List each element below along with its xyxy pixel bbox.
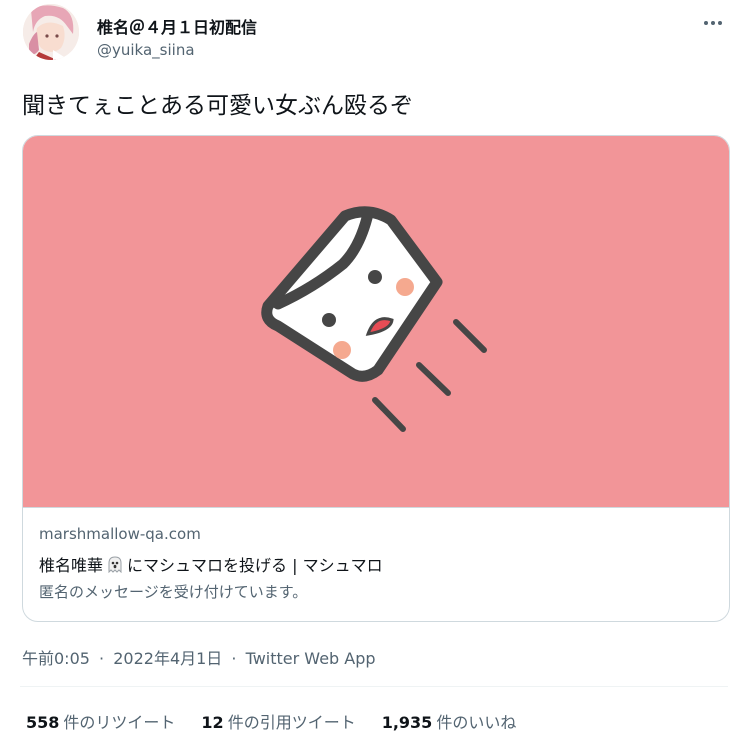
more-options-button[interactable] xyxy=(698,8,728,38)
likes-count: 1,935 xyxy=(381,713,433,732)
quotes-label: 件の引用ツイート xyxy=(227,713,356,732)
retweets-stat[interactable]: 558 件のリツイート xyxy=(26,709,175,733)
tweet-text: 聞きてぇことある可愛い女ぶん殴るぞ xyxy=(22,93,413,119)
card-description: 匿名のメッセージを受け付けています。 xyxy=(39,583,308,601)
tweet-meta: 午前0:05 · 2022年4月1日 · Twitter Web App xyxy=(22,645,376,669)
quotes-stat[interactable]: 12 件の引用ツイート xyxy=(201,709,355,733)
quotes-count: 12 xyxy=(201,713,224,732)
likes-stat[interactable]: 1,935 件のいいね xyxy=(382,709,517,733)
meta-separator: · xyxy=(99,649,105,668)
card-title-prefix: 椎名唯華 xyxy=(39,556,104,575)
card-title: 椎名唯華 にマシュマロを投げる | マシュマロ xyxy=(39,552,383,576)
display-name[interactable]: 椎名＠４月１日初配信 xyxy=(97,14,257,38)
meta-separator: · xyxy=(231,649,237,668)
retweets-count: 558 xyxy=(26,713,60,732)
tweet-header: 椎名＠４月１日初配信 @yuika_siina xyxy=(20,4,728,68)
divider xyxy=(20,686,728,687)
ghost-emoji-icon xyxy=(108,556,122,573)
link-card[interactable]: marshmallow-qa.com 椎名唯華 にマシュマロを投げる | マシュ… xyxy=(22,135,730,622)
card-domain: marshmallow-qa.com xyxy=(39,525,201,543)
tweet-stats: 558 件のリツイート 12 件の引用ツイート 1,935 件のいいね xyxy=(26,709,542,733)
tweet-time[interactable]: 午前0:05 xyxy=(22,649,90,668)
card-title-suffix: にマシュマロを投げる | マシュマロ xyxy=(127,556,383,575)
tweet-source[interactable]: Twitter Web App xyxy=(246,649,376,668)
tweet-date[interactable]: 2022年4月1日 xyxy=(113,649,222,668)
card-image xyxy=(23,136,729,507)
card-divider xyxy=(23,507,729,508)
marshmallow-illustration xyxy=(261,206,487,432)
user-handle[interactable]: @yuika_siina xyxy=(97,41,195,59)
retweets-label: 件のリツイート xyxy=(63,713,176,732)
likes-label: 件のいいね xyxy=(436,713,517,732)
more-horizontal-icon xyxy=(704,21,722,25)
avatar[interactable] xyxy=(23,4,79,60)
